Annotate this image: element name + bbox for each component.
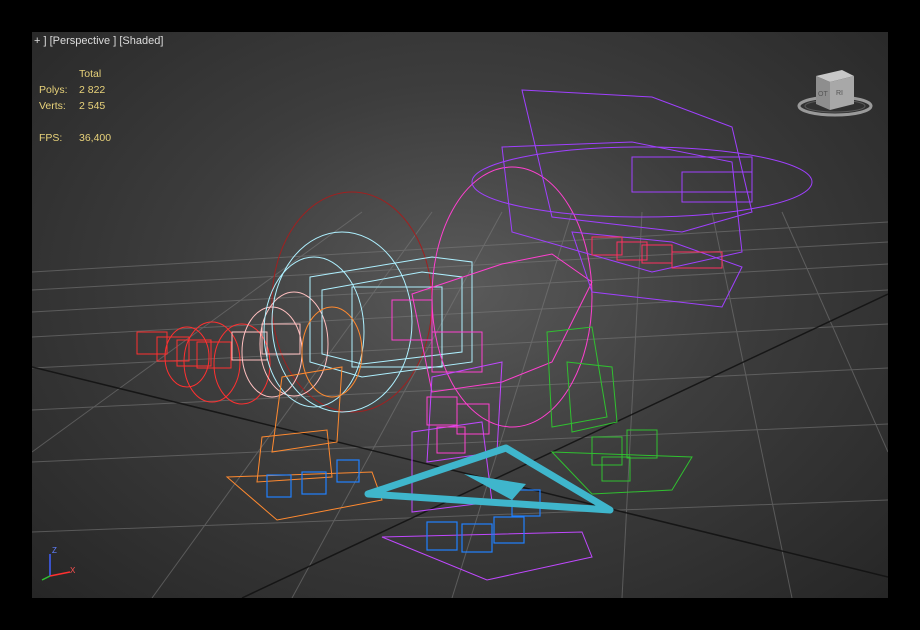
- polys-label: Polys:: [39, 84, 68, 96]
- view-cube[interactable]: OT RI: [796, 66, 874, 118]
- verts-value: 2 545: [79, 100, 106, 112]
- center-leg-controls[interactable]: [381, 361, 593, 581]
- viewport-statistics: Total Polys: 2 822 Verts: 2 545 FPS: 36,400: [39, 66, 111, 146]
- ground-grid: [32, 211, 888, 598]
- view-cube-left-face[interactable]: OT: [818, 91, 828, 98]
- root-control-arrow[interactable]: [364, 444, 614, 514]
- right-leg-controls-green[interactable]: [546, 326, 693, 495]
- fps-label: FPS:: [39, 132, 63, 144]
- polys-value: 2 822: [79, 84, 106, 96]
- viewport-view-menu[interactable]: Perspective: [53, 35, 110, 47]
- head-controls-purple[interactable]: [471, 89, 813, 308]
- fps-value: 36,400: [79, 132, 112, 144]
- jaw-controls-red[interactable]: [591, 236, 723, 269]
- axis-x-label: X: [70, 566, 76, 575]
- grid-main-axes: [32, 293, 888, 598]
- axis-z-label: Z: [52, 546, 57, 555]
- viewport-label-menu[interactable]: + ] [Perspective ] [Shaded]: [34, 35, 163, 47]
- neck-controls-magenta[interactable]: [391, 166, 593, 428]
- tail-controls-light[interactable]: [231, 291, 329, 398]
- tail-controls-red[interactable]: [136, 191, 433, 413]
- perspective-viewport[interactable]: + ] [Perspective ] [Shaded] Total Polys:…: [32, 32, 888, 598]
- viewport-shading-menu[interactable]: Shaded: [122, 35, 160, 47]
- left-leg-controls-orange[interactable]: [225, 306, 383, 521]
- spine-controls-cyan[interactable]: [263, 231, 473, 413]
- scene-canvas[interactable]: [32, 32, 888, 598]
- view-cube-right-face[interactable]: RI: [836, 90, 843, 97]
- stats-header: Total: [79, 68, 102, 80]
- verts-label: Verts:: [39, 100, 66, 112]
- axis-tripod: Z X: [41, 546, 76, 581]
- viewport-plus-menu[interactable]: +: [34, 35, 40, 47]
